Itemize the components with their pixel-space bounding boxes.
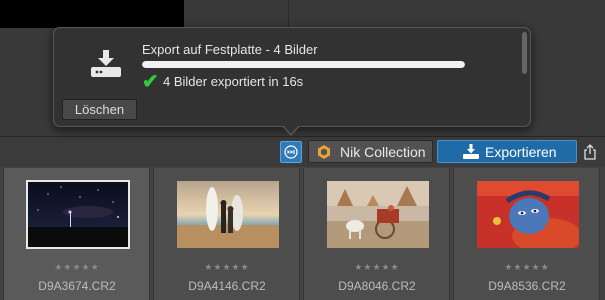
viewer-divider <box>288 0 289 28</box>
star-rating[interactable]: ★★★★★ <box>177 262 277 273</box>
star-rating[interactable]: ★★★★★ <box>27 262 127 273</box>
thumbnail-image <box>177 181 279 248</box>
clear-button[interactable]: Löschen <box>62 99 137 120</box>
star-rating[interactable]: ★★★★★ <box>327 262 427 273</box>
export-queue-button[interactable] <box>280 141 302 163</box>
night-sky-thumbnail <box>28 182 128 247</box>
thumbnail-image <box>26 180 130 249</box>
popover-scrollbar[interactable] <box>522 32 527 74</box>
export-status: 4 Bilder exportiert in 16s <box>163 74 304 89</box>
checkmark-icon: ✔ <box>142 71 159 93</box>
blue-child-thumbnail <box>477 181 579 248</box>
thumbnail-image <box>327 181 429 248</box>
share-icon <box>584 144 596 160</box>
popover-pointer-inner <box>283 125 299 134</box>
nik-collection-icon <box>318 145 330 159</box>
nik-collection-button[interactable]: Nik Collection <box>308 140 433 163</box>
thumbnail-filename: D9A3674.CR2 <box>38 279 116 293</box>
hard-drive-export-icon <box>91 50 121 77</box>
export-drive-icon <box>463 144 479 159</box>
surfers-beach-thumbnail <box>177 181 279 248</box>
export-queue-icon <box>284 145 298 159</box>
export-label: Exportieren <box>485 143 557 160</box>
thumbnail-filename: D9A4146.CR2 <box>188 279 266 293</box>
export-progress-fill <box>142 61 465 68</box>
thumbnail-image <box>477 181 579 248</box>
viewer-preview-area <box>0 0 184 28</box>
star-rating[interactable]: ★★★★★ <box>477 262 577 273</box>
export-progress-bar <box>142 61 465 68</box>
export-button[interactable]: Exportieren <box>437 140 577 163</box>
oxcart-temple-thumbnail <box>327 181 429 248</box>
export-title: Export auf Festplatte - 4 Bilder <box>142 42 318 57</box>
thumbnail-filename: D9A8046.CR2 <box>338 279 416 293</box>
nik-collection-label: Nik Collection <box>340 143 426 160</box>
share-button[interactable] <box>580 142 600 162</box>
thumbnail-filename: D9A8536.CR2 <box>488 279 566 293</box>
